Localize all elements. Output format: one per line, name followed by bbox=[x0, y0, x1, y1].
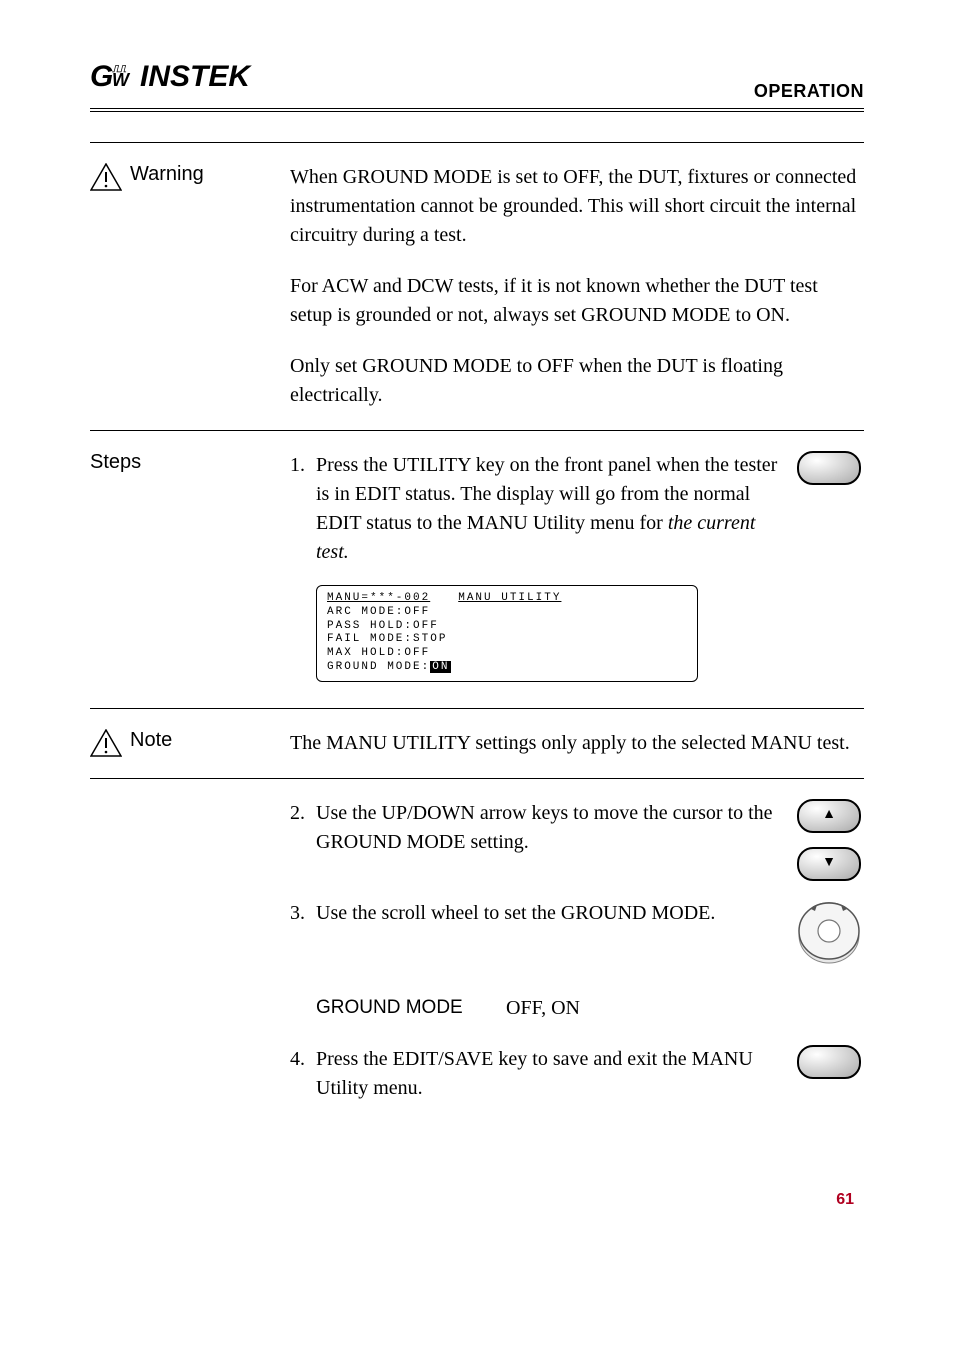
warning-para-2: For ACW and DCW tests, if it is not know… bbox=[290, 272, 864, 330]
display-title-a: MANU=***-002 bbox=[327, 592, 430, 606]
scroll-wheel-icon[interactable] bbox=[795, 899, 863, 976]
ground-mode-values: OFF, ON bbox=[506, 994, 580, 1023]
svg-text:G: G bbox=[90, 60, 113, 93]
warning-section: Warning When GROUND MODE is set to OFF, … bbox=[90, 142, 864, 430]
display-title-b: MANU UTILITY bbox=[458, 592, 561, 606]
note-text: The MANU UTILITY settings only apply to … bbox=[290, 729, 864, 758]
step-number-3: 3. bbox=[290, 899, 316, 928]
brand-logo: G W ⎍⎍ INSTEK bbox=[90, 60, 290, 102]
step-number-1: 1. bbox=[290, 451, 316, 480]
step-text-2: Use the UP/DOWN arrow keys to move the c… bbox=[316, 799, 794, 857]
steps-section: Steps 1. Press the UTILITY key on the fr… bbox=[90, 430, 864, 708]
warning-para-1: When GROUND MODE is set to OFF, the DUT,… bbox=[290, 163, 864, 250]
down-arrow-button[interactable]: ▼ bbox=[797, 847, 861, 881]
note-icon bbox=[90, 729, 122, 757]
edit-save-button[interactable] bbox=[797, 1045, 861, 1079]
page-header: G W ⎍⎍ INSTEK OPERATION bbox=[90, 60, 864, 112]
section-title: OPERATION bbox=[754, 81, 864, 102]
display-line-3: FAIL MODE:STOP bbox=[327, 633, 687, 647]
note-section: Note The MANU UTILITY settings only appl… bbox=[90, 708, 864, 778]
display-line-1: ARC MODE:OFF bbox=[327, 606, 687, 620]
warning-para-3: Only set GROUND MODE to OFF when the DUT… bbox=[290, 352, 864, 410]
step-number-4: 4. bbox=[290, 1045, 316, 1074]
step-number-2: 2. bbox=[290, 799, 316, 828]
warning-icon bbox=[90, 163, 122, 191]
ground-mode-label: GROUND MODE bbox=[316, 994, 506, 1023]
steps-section-2: 2. Use the UP/DOWN arrow keys to move th… bbox=[90, 778, 864, 1141]
page-number: 61 bbox=[90, 1191, 864, 1209]
steps-label: Steps bbox=[90, 451, 141, 474]
display-line-5: GROUND MODE:ON bbox=[327, 661, 687, 675]
step-text-3: Use the scroll wheel to set the GROUND M… bbox=[316, 899, 794, 928]
lcd-display: MANU=***-002 MANU UTILITY ARC MODE:OFF P… bbox=[316, 585, 698, 682]
display-line-4: MAX HOLD:OFF bbox=[327, 647, 687, 661]
display-line-2: PASS HOLD:OFF bbox=[327, 620, 687, 634]
step-text-1: Press the UTILITY key on the front panel… bbox=[316, 451, 794, 567]
svg-text:INSTEK: INSTEK bbox=[140, 60, 252, 93]
utility-button[interactable] bbox=[797, 451, 861, 485]
note-label: Note bbox=[130, 729, 172, 752]
step-text-4: Press the EDIT/SAVE key to save and exit… bbox=[316, 1045, 794, 1103]
svg-text:⎍⎍: ⎍⎍ bbox=[111, 64, 127, 75]
up-arrow-button[interactable]: ▲ bbox=[797, 799, 861, 833]
warning-label: Warning bbox=[130, 163, 204, 186]
